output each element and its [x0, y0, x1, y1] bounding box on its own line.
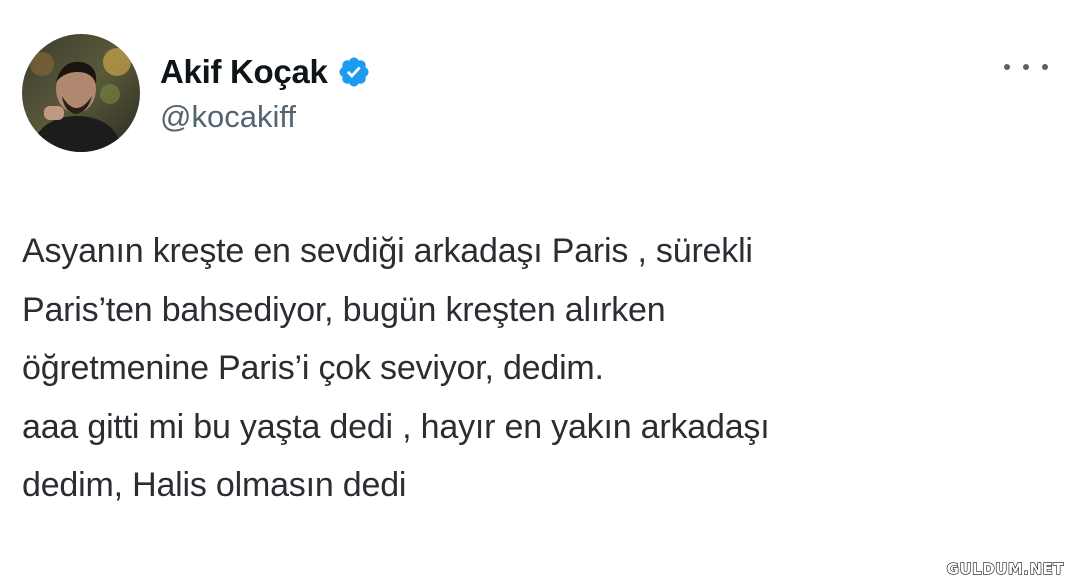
- avatar-photo: [22, 34, 140, 152]
- more-options-icon[interactable]: [1004, 55, 1048, 79]
- dot: [1023, 64, 1029, 70]
- author-name-row: Akif Koçak: [160, 50, 371, 94]
- tweet-text-line: aaa gitti mi bu yaşta dedi , hayır en ya…: [22, 407, 770, 446]
- dot: [1004, 64, 1010, 70]
- tweet-text-line: dedim, Halis olmasın dedi: [22, 466, 407, 504]
- watermark: GULDUM.NET: [946, 559, 1064, 578]
- tweet-text: Asyanın kreşte en sevdiği arkadaşı Paris…: [22, 222, 1042, 515]
- tweet-text-line: Asyanın kreşte en sevdiği arkadaşı Paris…: [22, 232, 753, 270]
- verified-badge-icon: [337, 55, 371, 89]
- username-handle[interactable]: @kocakiff: [160, 97, 296, 137]
- tweet-text-line: öğretmenine Paris’i çok seviyor, dedim.: [22, 349, 604, 387]
- tweet-card: Akif Koçak @kocakiff Asyanın kreşte en s…: [0, 0, 1070, 580]
- dot: [1042, 64, 1048, 70]
- display-name[interactable]: Akif Koçak: [160, 50, 328, 94]
- avatar[interactable]: [22, 34, 140, 152]
- tweet-text-line: Paris’ten bahsediyor, bugün kreşten alır…: [22, 290, 666, 329]
